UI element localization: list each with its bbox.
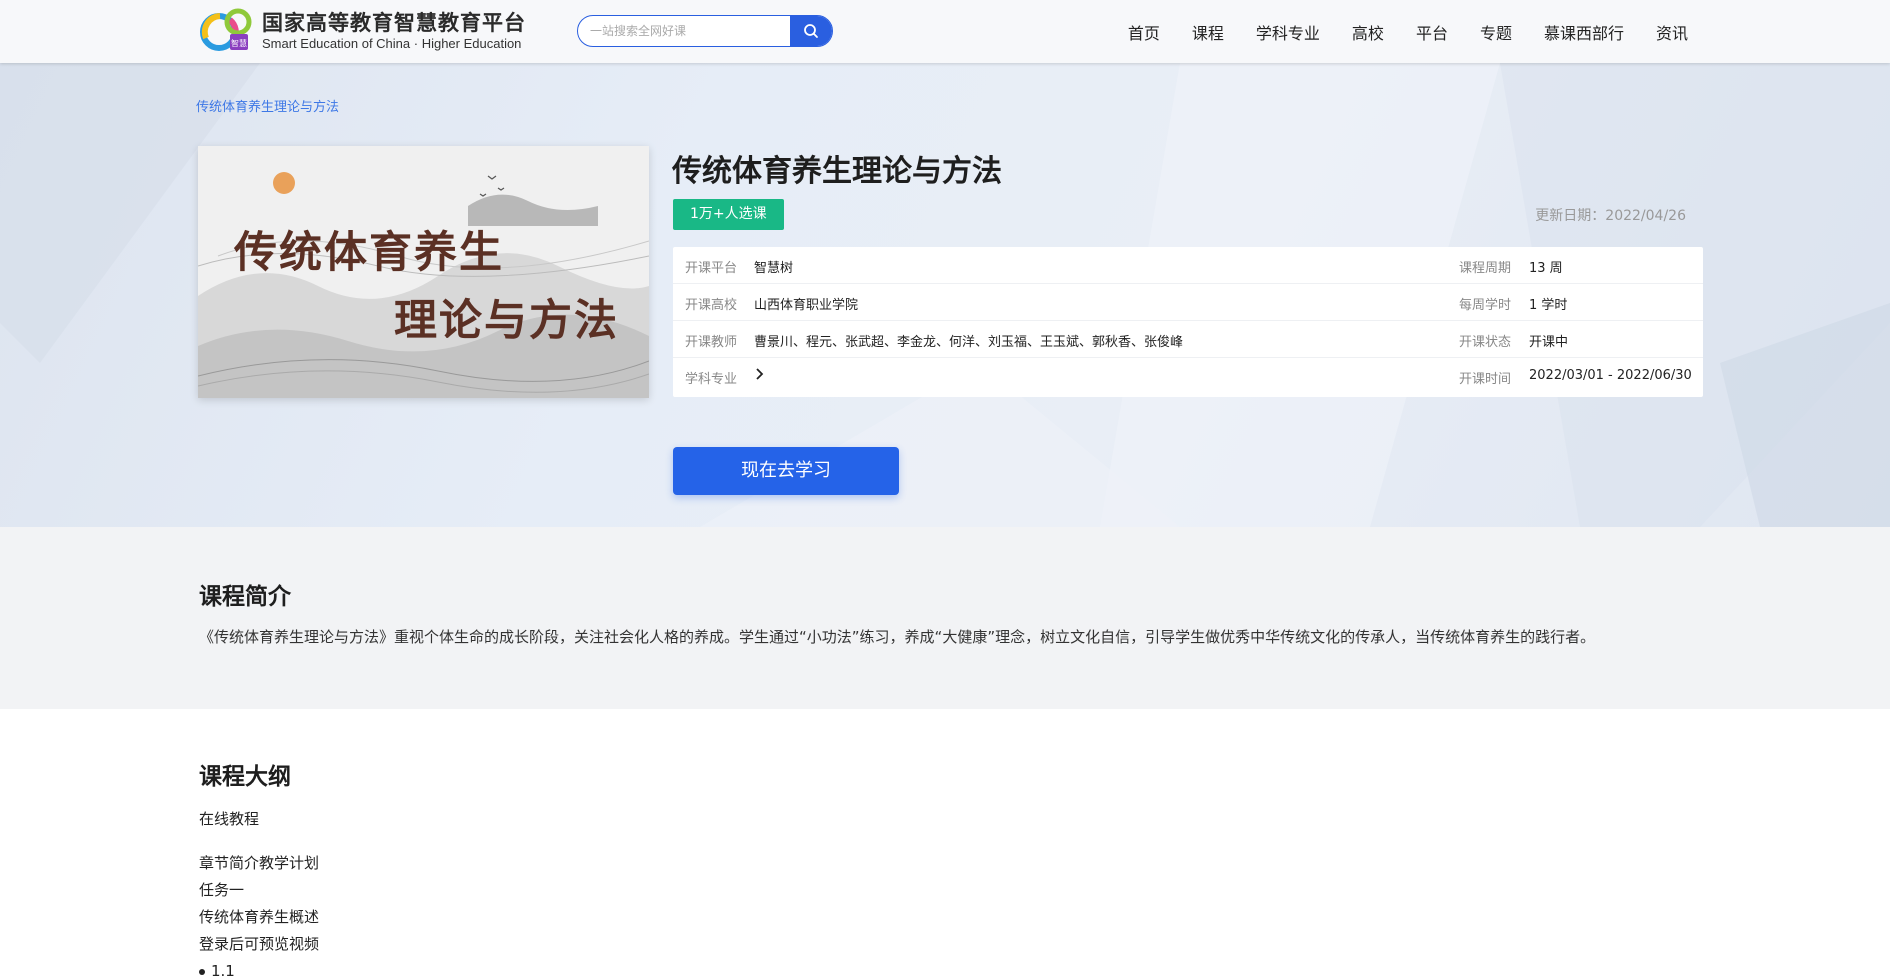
info-row-teachers: 开课教师 曹景川、程元、张武超、李金龙、何洋、刘玉福、王玉斌、郭秋香、张俊峰 开… — [673, 321, 1703, 358]
time-label: 开课时间 — [1459, 372, 1512, 387]
enrollment-badge: 1万+人选课 — [673, 199, 784, 230]
logo-title-cn: 国家高等教育智慧教育平台 — [262, 11, 526, 35]
outline-item[interactable]: 传统体育养生概述 — [199, 904, 319, 931]
top-header: 智慧 国家高等教育智慧教育平台 Smart Education of China… — [0, 0, 1890, 63]
weekly-hours-value: 1 学时 — [1529, 298, 1568, 313]
course-outline-section: 课程大纲 在线教程 章节简介教学计划 任务一 传统体育养生概述 登录后可预览视频… — [0, 709, 1890, 978]
teachers-label: 开课教师 — [685, 335, 738, 350]
teachers-value: 曹景川、程元、张武超、李金龙、何洋、刘玉福、王玉斌、郭秋香、张俊峰 — [754, 335, 1184, 350]
cover-title-line2: 理论与方法 — [394, 296, 619, 346]
nav-home[interactable]: 首页 — [1128, 20, 1160, 44]
nav-topics[interactable]: 专题 — [1480, 20, 1512, 44]
nav-mooc-west[interactable]: 慕课西部行 — [1544, 20, 1624, 44]
outline-item[interactable]: 任务一 — [199, 877, 319, 904]
outline-item[interactable]: 登录后可预览视频 — [199, 931, 319, 958]
subject-expand[interactable] — [754, 367, 766, 385]
outline-item-label: 1.1 — [211, 962, 235, 978]
course-hero: 传统体育养生理论与方法 传统体育养生 理论与方法 传统体育养生理论与方法 1万+… — [0, 63, 1890, 527]
update-date: 更新日期：2022/04/26 — [1535, 208, 1686, 224]
logo-mark-icon: 智慧 — [200, 8, 254, 54]
course-info-table: 开课平台 智慧树 课程周期 13 周 开课高校 山西体育职业学院 每周学时 1 … — [673, 247, 1703, 397]
nav-subjects[interactable]: 学科专业 — [1256, 20, 1320, 44]
svg-text:智慧: 智慧 — [231, 38, 247, 48]
outline-item-1-1[interactable]: 1.1 — [199, 958, 319, 978]
intro-title: 课程简介 — [199, 584, 291, 610]
main-nav: 首页 课程 学科专业 高校 平台 专题 慕课西部行 资讯 — [1096, 0, 1688, 63]
search-button[interactable] — [790, 16, 832, 46]
start-learning-button[interactable]: 现在去学习 — [673, 447, 899, 495]
cycle-label: 课程周期 — [1459, 261, 1512, 276]
course-title: 传统体育养生理论与方法 — [672, 154, 1002, 189]
nav-universities[interactable]: 高校 — [1352, 20, 1384, 44]
status-value: 开课中 — [1529, 335, 1569, 350]
info-row-school: 开课高校 山西体育职业学院 每周学时 1 学时 — [673, 284, 1703, 321]
outline-item[interactable]: 章节简介教学计划 — [199, 850, 319, 877]
status-label: 开课状态 — [1459, 335, 1512, 350]
course-cover-image[interactable]: 传统体育养生 理论与方法 — [198, 146, 649, 398]
search-icon — [804, 24, 818, 38]
logo-title-en: Smart Education of China · Higher Educat… — [262, 36, 522, 51]
cycle-value: 13 周 — [1529, 261, 1563, 276]
weekly-hours-label: 每周学时 — [1459, 298, 1512, 313]
intro-text: 《传统体育养生理论与方法》重视个体生命的成长阶段，关注社会化人格的养成。学生通过… — [199, 628, 1596, 646]
info-row-platform: 开课平台 智慧树 课程周期 13 周 — [673, 247, 1703, 284]
time-value: 2022/03/01 - 2022/06/30 — [1529, 368, 1692, 383]
school-value: 山西体育职业学院 — [754, 298, 859, 313]
nav-news[interactable]: 资讯 — [1656, 20, 1688, 44]
search-box — [577, 15, 833, 47]
subject-label: 学科专业 — [685, 372, 738, 387]
chevron-right-icon — [756, 368, 764, 380]
nav-platforms[interactable]: 平台 — [1416, 20, 1448, 44]
search-input[interactable] — [578, 16, 788, 46]
outline-subtitle: 在线教程 — [199, 810, 260, 828]
outline-title: 课程大纲 — [199, 764, 291, 790]
platform-label: 开课平台 — [685, 261, 738, 276]
nav-courses[interactable]: 课程 — [1192, 20, 1224, 44]
course-intro-section: 课程简介 《传统体育养生理论与方法》重视个体生命的成长阶段，关注社会化人格的养成… — [0, 527, 1890, 709]
platform-logo[interactable]: 智慧 国家高等教育智慧教育平台 Smart Education of China… — [200, 8, 526, 54]
cover-title-line1: 传统体育养生 — [234, 228, 504, 278]
outline-list: 章节简介教学计划 任务一 传统体育养生概述 登录后可预览视频 1.1 — [199, 850, 319, 978]
platform-value: 智慧树 — [754, 261, 794, 276]
info-row-subject: 学科专业 开课时间 2022/03/01 - 2022/06/30 — [673, 358, 1703, 395]
bullet-icon — [199, 968, 205, 975]
school-label: 开课高校 — [685, 298, 738, 313]
breadcrumb[interactable]: 传统体育养生理论与方法 — [196, 96, 339, 115]
